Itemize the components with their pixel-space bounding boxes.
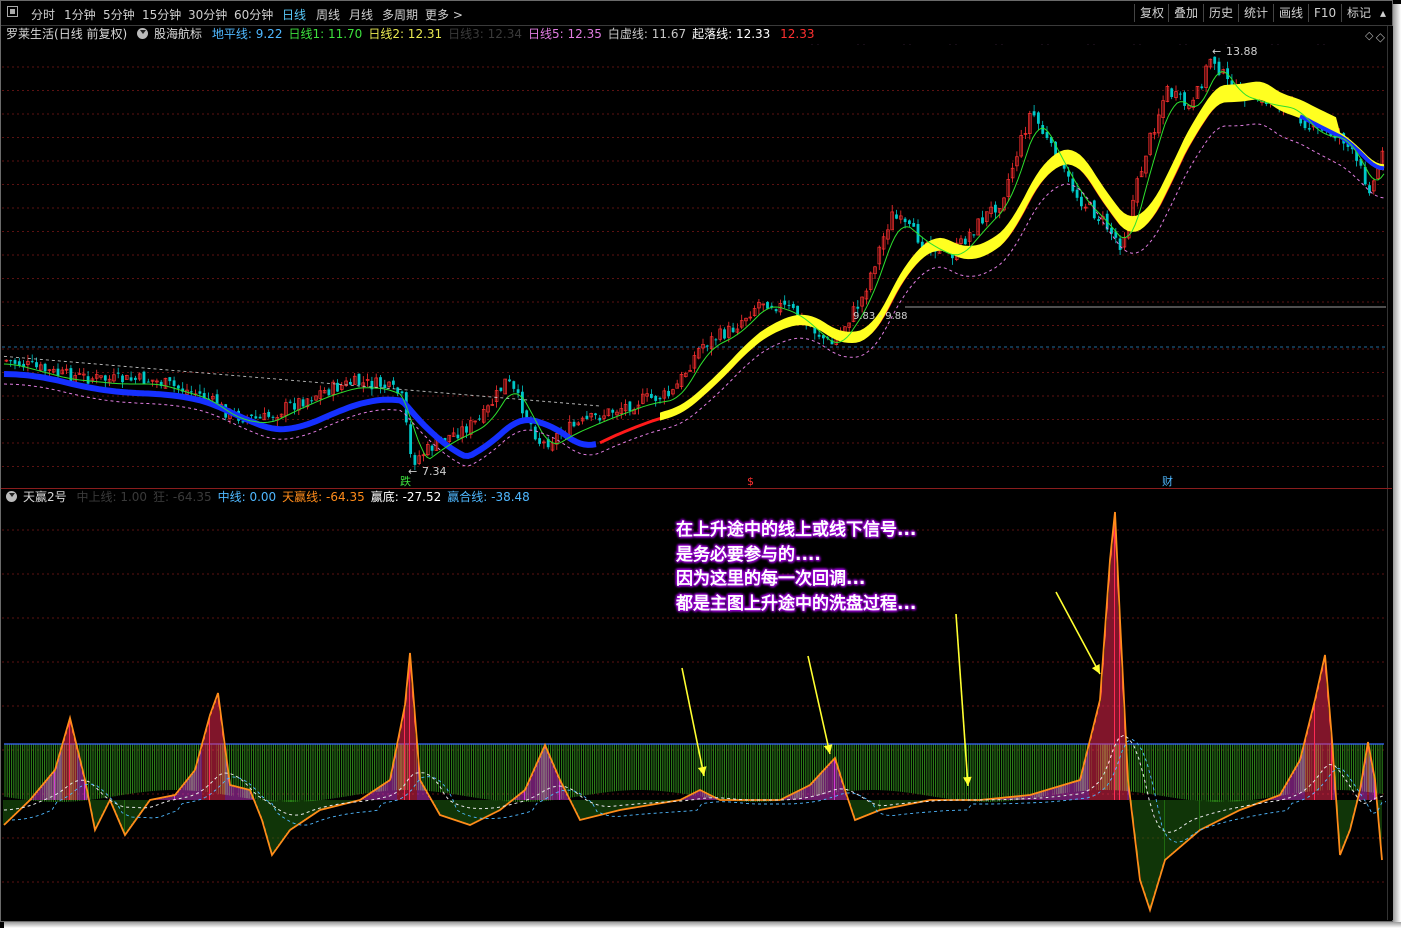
- annotation-line-2: 是务必要参与的....: [676, 544, 821, 565]
- annotation-line-1: 在上升途中的线上或线下信号...: [676, 520, 917, 540]
- main-legend-item-3: 日线3: 12.34: [448, 27, 523, 41]
- annotation-text: 在上升途中的线上或线下信号... 是务必要参与的.... 因为这里的每一次回调.…: [676, 518, 916, 616]
- pane-divider[interactable]: [1, 488, 1392, 489]
- period-tab-8[interactable]: 月线: [349, 6, 373, 23]
- annotation-line-3: 因为这里的每一次回调...: [676, 569, 866, 589]
- indicator-dropdown-icon[interactable]: [137, 28, 149, 39]
- window-shadow-right: [1393, 4, 1401, 928]
- more-label: 更多: [425, 8, 450, 22]
- diamond-icon[interactable]: ◇: [1376, 30, 1385, 44]
- period-tab-7[interactable]: 周线: [316, 6, 340, 23]
- sub-indicator-dropdown-icon[interactable]: [6, 491, 17, 502]
- main-chart-legend: 罗莱生活(日线 前复权) 股海航标 地平线: 9.22 日线1: 11.70 日线2…: [6, 26, 827, 42]
- main-legend-item-4: 日线5: 12.35: [528, 27, 602, 41]
- chevron-right-icon: >: [452, 8, 463, 22]
- period-tab-9[interactable]: 多周期: [382, 6, 418, 23]
- main-legend-item-5: 白虚线: 11.67: [607, 27, 687, 41]
- sub-legend-item-3: 天赢线: -64.35: [282, 490, 365, 504]
- sub-legend-item-5: 赢合线: -38.48: [447, 490, 530, 504]
- toolbar-button-diejia[interactable]: 叠加: [1168, 4, 1203, 22]
- chart-mode: (日线 前复权): [54, 27, 128, 41]
- main-legend-item-7: 12.33: [776, 27, 815, 41]
- period-tab-4[interactable]: 30分钟: [188, 6, 227, 23]
- stock-name: 罗莱生活: [6, 27, 55, 41]
- toolbar-button-fuquan[interactable]: 复权: [1134, 4, 1169, 22]
- vertical-scrollbar[interactable]: [1387, 26, 1393, 920]
- sub-indicator-name[interactable]: 天赢2号: [23, 490, 67, 504]
- sub-legend-item-0: 中上线: 1.00: [76, 490, 148, 504]
- main-indicator-name[interactable]: 股海航标: [154, 27, 202, 41]
- main-legend-item-2: 日线2: 12.31: [368, 27, 443, 41]
- period-tab-2[interactable]: 5分钟: [103, 6, 135, 23]
- toolbar-button-f10[interactable]: F10: [1308, 4, 1341, 22]
- chart-window: [0, 0, 1393, 922]
- period-tab-3[interactable]: 15分钟: [142, 6, 181, 23]
- toolbar-button-huaxian[interactable]: 画线: [1273, 4, 1308, 22]
- sub-legend-item-1: 狂: -64.35: [153, 490, 212, 504]
- main-legend-item-6: 起落线: 12.33: [692, 27, 771, 41]
- period-tab-10[interactable]: 更多 >: [425, 6, 463, 23]
- menu-icon[interactable]: [7, 6, 18, 17]
- period-toolbar: 分时 1分钟 5分钟 15分钟 30分钟 60分钟 日线 周线 月线 多周期 更…: [1, 1, 1392, 26]
- toolbar-button-tongji[interactable]: 统计: [1238, 4, 1273, 22]
- sub-legend-item-4: 赢底: -27.52: [370, 490, 442, 504]
- toolbar-button-biaoji[interactable]: 标记: [1341, 4, 1376, 22]
- toolbar-button-lishi[interactable]: 历史: [1203, 4, 1238, 22]
- period-tab-1[interactable]: 1分钟: [64, 6, 96, 23]
- annotation-line-4: 都是主图上升途中的洗盘过程...: [676, 593, 917, 614]
- sub-legend-item-2: 中线: 0.00: [217, 490, 277, 504]
- main-legend-item-0: 地平线: 9.22: [211, 27, 283, 41]
- window-shadow-bottom: [4, 922, 1401, 928]
- sub-chart-legend: 天赢2号 中上线: 1.00 狂: -64.35 中线: 0.00 天赢线: -64.…: [6, 489, 542, 505]
- period-tab-5[interactable]: 60分钟: [234, 6, 273, 23]
- main-legend-item-1: 日线1: 11.70: [288, 27, 363, 41]
- period-tab-0[interactable]: 分时: [31, 6, 55, 23]
- scroll-up-icon[interactable]: ▴: [1375, 4, 1391, 22]
- period-tab-6[interactable]: 日线: [282, 6, 306, 23]
